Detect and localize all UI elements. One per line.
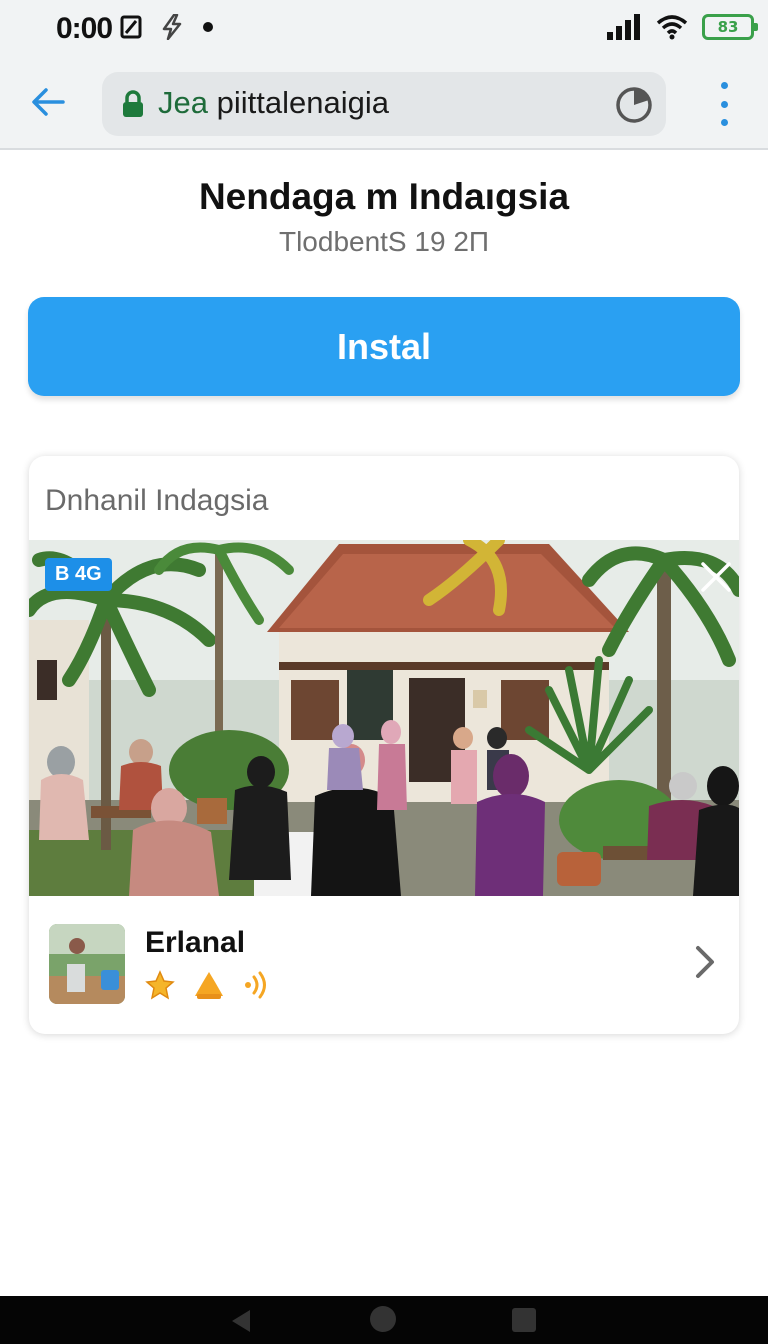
nav-recents-icon[interactable] xyxy=(512,1308,536,1332)
screenshot-icon xyxy=(120,15,142,39)
signal-icon xyxy=(607,14,640,40)
item-thumbnail xyxy=(49,924,125,1004)
status-time: 0:00 xyxy=(56,12,113,45)
status-bar: 0:00 83 xyxy=(0,0,768,60)
back-arrow-icon xyxy=(32,88,65,116)
timer-icon[interactable] xyxy=(614,84,654,124)
status-left-icons xyxy=(120,14,214,40)
wifi-icon xyxy=(656,15,688,40)
battery-label: 83 xyxy=(717,18,739,36)
item-icons xyxy=(145,970,271,1000)
nav-back-icon[interactable] xyxy=(228,1308,254,1334)
close-icon[interactable] xyxy=(699,560,733,594)
image-badge: B 4G xyxy=(45,558,112,591)
browser-toolbar: Jea piittalenaigia xyxy=(0,60,768,150)
url-path: piittalenaigia xyxy=(207,85,389,120)
flash-icon xyxy=(162,14,182,40)
battery-icon: 83 xyxy=(702,14,758,40)
chevron-right-icon[interactable] xyxy=(693,944,717,980)
card-title: Dnhanil Indagsia xyxy=(45,484,269,517)
card-image[interactable]: B 4G xyxy=(29,540,739,896)
nav-home-icon[interactable] xyxy=(370,1306,396,1332)
back-button[interactable] xyxy=(24,80,72,124)
install-button[interactable]: Instal xyxy=(28,297,740,396)
status-right-icons: 83 xyxy=(606,14,758,40)
notification-dot-icon xyxy=(203,22,213,32)
star-icon xyxy=(145,970,175,1000)
lock-icon xyxy=(123,90,143,117)
item-title: Erlanal xyxy=(145,926,246,959)
list-item[interactable]: Erlanal xyxy=(29,896,739,1034)
page-subtitle: TlodbentS 19 2П xyxy=(278,226,490,257)
address-bar[interactable]: Jea piittalenaigia xyxy=(102,72,666,136)
overflow-menu-icon[interactable] xyxy=(716,82,732,126)
system-nav-bar xyxy=(0,1296,768,1344)
page-title: Nendaga m Indaıgsia xyxy=(198,176,570,217)
village-gathering-image xyxy=(29,540,739,896)
url-host: Jea xyxy=(158,85,208,120)
url-text: Jea piittalenaigia xyxy=(158,85,389,121)
sound-wave-icon xyxy=(245,971,266,999)
bell-icon xyxy=(195,972,223,999)
app-card: Dnhanil Indagsia B 4G Erlanal xyxy=(29,456,739,1034)
